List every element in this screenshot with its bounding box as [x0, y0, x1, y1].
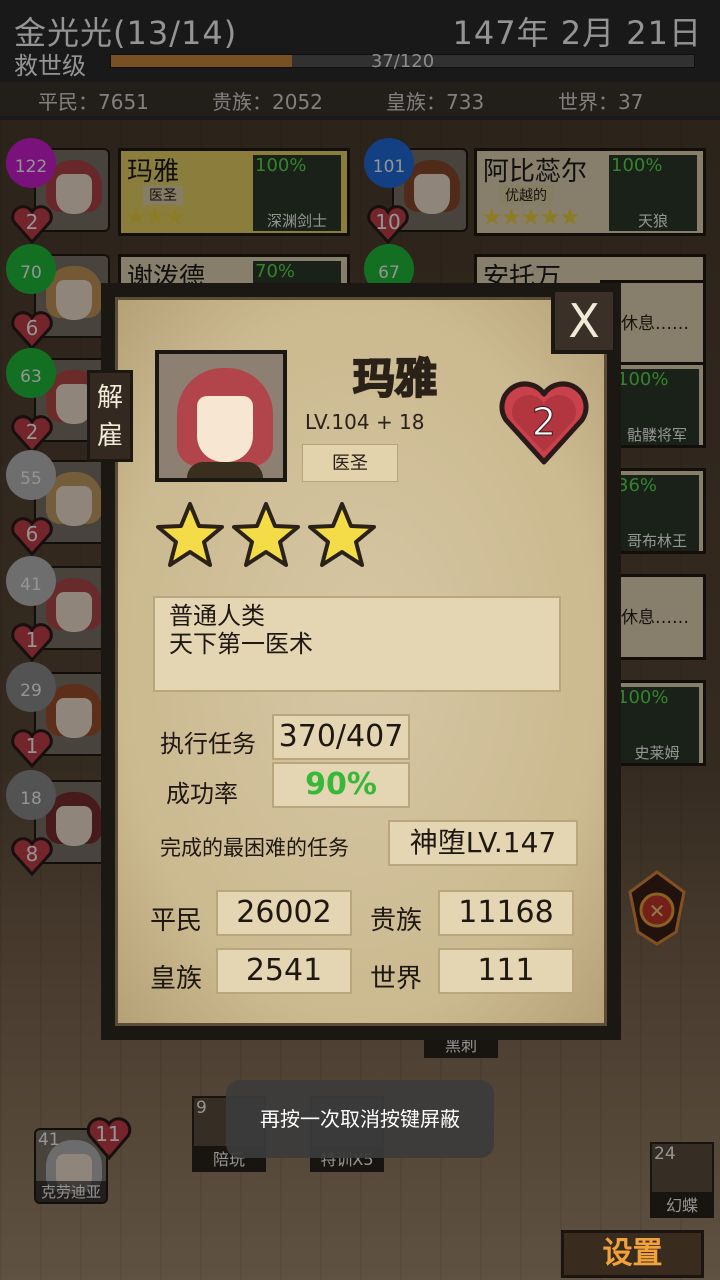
face — [197, 396, 253, 462]
missions-value: 370/407 — [272, 714, 410, 760]
toast-message: 再按一次取消按键屏蔽 — [226, 1080, 494, 1158]
hardest-mission-value: 神堕LV.147 — [388, 820, 578, 866]
close-button[interactable]: X — [551, 288, 617, 354]
commoner-value: 26002 — [216, 890, 352, 936]
hero-level: LV.104 + 18 — [305, 410, 425, 434]
settings-button[interactable]: 设置 — [561, 1230, 704, 1278]
noble-label: 贵族 — [370, 906, 423, 936]
star-icon — [307, 500, 377, 570]
hero-hearts: 2 — [531, 400, 557, 445]
body — [187, 462, 263, 478]
description-line: 普通人类 — [169, 602, 265, 630]
description-line: 天下第一医术 — [169, 630, 313, 658]
royal-label: 皇族 — [150, 964, 203, 994]
success-rate-label: 成功率 — [166, 780, 238, 808]
hero-star-rating — [155, 500, 377, 576]
star-icon — [231, 500, 301, 570]
hero-portrait — [155, 350, 287, 482]
hero-name: 玛雅 — [352, 353, 438, 404]
royal-value: 2541 — [216, 948, 352, 994]
noble-value: 11168 — [438, 890, 574, 936]
hero-class: 医圣 — [302, 444, 398, 482]
success-rate-value: 90% — [272, 762, 410, 808]
dismiss-button[interactable]: 解雇 — [87, 370, 133, 462]
heart-icon: 2 — [498, 378, 590, 466]
hardest-mission-label: 完成的最困难的任务 — [160, 836, 349, 860]
hero-description: 普通人类 天下第一医术 — [153, 596, 561, 692]
world-label: 世界 — [370, 964, 423, 994]
world-value: 111 — [438, 948, 574, 994]
commoner-label: 平民 — [150, 906, 203, 936]
star-icon — [155, 500, 225, 570]
missions-label: 执行任务 — [160, 730, 256, 758]
